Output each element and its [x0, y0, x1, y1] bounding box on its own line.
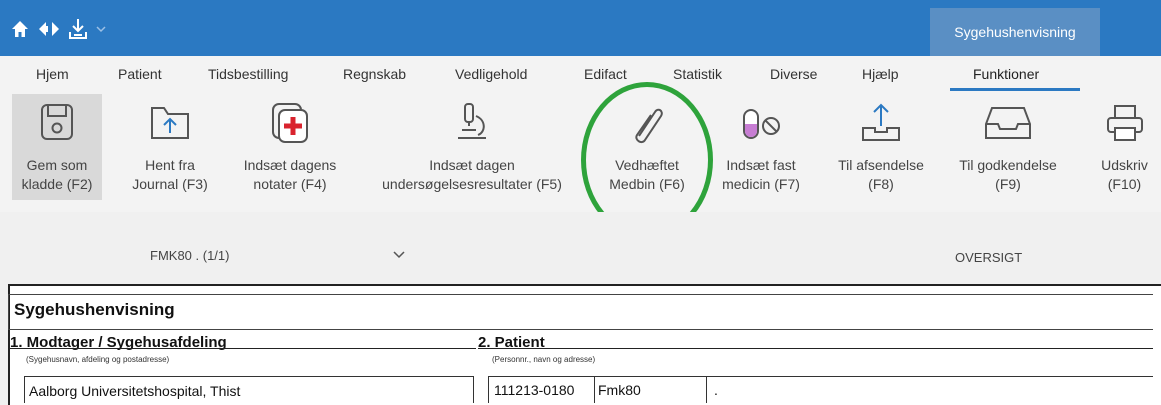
tab-tidsbestilling[interactable]: Tidsbestilling [208, 66, 288, 82]
document-bar: FMK80 . (1/1) OVERSIGT [0, 212, 1161, 282]
tab-regnskab[interactable]: Regnskab [343, 66, 406, 82]
send-tray-icon [862, 103, 900, 141]
tab-edifact[interactable]: Edifact [584, 66, 627, 82]
recipient-field[interactable]: Aalborg Universitetshospital, Thist [24, 376, 474, 403]
insert-notes-label: Indsæt dagens notater (F4) [243, 157, 337, 192]
insert-medicine-label: Indsæt fast medicin (F7) [722, 157, 800, 192]
overview-button[interactable]: OVERSIGT [955, 250, 1022, 265]
save-icon [41, 104, 73, 140]
title-box [8, 294, 1153, 330]
document-area: Sygehushenvisning 1. Modtager / Sygehusa… [0, 282, 1161, 405]
chevron-down-icon[interactable] [392, 250, 406, 260]
divider [478, 348, 1153, 349]
tab-funktioner[interactable]: Funktioner [973, 66, 1039, 82]
fetch-journal-button[interactable]: Hent fra Journal (F3) [120, 94, 220, 200]
attached-medbin-label: Vedhæftet Medbin (F6) [609, 157, 685, 192]
save-draft-label: Gem som kladde (F2) [21, 157, 93, 192]
patient-name-field[interactable]: Fmk80 [598, 382, 641, 398]
microscope-icon [458, 103, 486, 139]
ribbon-panel: Gem som kladde (F2) Hent fra Journal (F3… [0, 94, 1161, 212]
document-title: Sygehushenvisning [14, 300, 175, 319]
document-selector[interactable]: FMK80 . (1/1) [150, 248, 229, 263]
patient-cpr-field[interactable]: 111213-0180 [494, 382, 574, 398]
patient-hint: (Personnr., navn og adresse) [492, 355, 596, 364]
medicine-icon [743, 109, 780, 139]
folder-upload-icon [151, 107, 189, 139]
save-draft-button[interactable]: Gem som kladde (F2) [12, 94, 102, 200]
to-approval-label: Til godkendelse (F9) [959, 157, 1057, 192]
insert-medicine-button[interactable]: Indsæt fast medicin (F7) [706, 94, 816, 200]
fetch-journal-label: Hent fra Journal (F3) [132, 157, 208, 192]
tab-diverse[interactable]: Diverse [770, 66, 817, 82]
active-tab-indicator [950, 88, 1080, 91]
to-send-button[interactable]: Til afsendelse (F8) [826, 94, 936, 200]
home-icon[interactable] [10, 19, 30, 39]
to-send-label: Til afsendelse (F8) [838, 157, 924, 192]
paperclip-icon [635, 108, 663, 144]
arrows-icon[interactable] [38, 19, 60, 39]
print-button[interactable]: Udskriv (F10) [1088, 94, 1161, 200]
recipient-hint: (Sygehusnavn, afdeling og postadresse) [26, 355, 170, 364]
insert-results-label: Indsæt dagen undersøgelsesresultater (F5… [382, 157, 562, 192]
printer-icon [1106, 105, 1143, 141]
chevron-down-icon[interactable] [96, 24, 106, 34]
attached-medbin-button[interactable]: Vedhæftet Medbin (F6) [596, 94, 698, 200]
to-approval-button[interactable]: Til godkendelse (F9) [944, 94, 1072, 200]
insert-results-button[interactable]: Indsæt dagen undersøgelsesresultater (F5… [366, 94, 578, 200]
patient-address-field[interactable]: . [714, 382, 718, 398]
patient-field-row [488, 376, 1153, 403]
add-notes-icon [272, 103, 308, 143]
tab-vedligehold[interactable]: Vedligehold [455, 66, 527, 82]
cell-separator [706, 376, 707, 403]
tab-hjaelp[interactable]: Hjælp [862, 66, 899, 82]
inbox-tray-icon [985, 107, 1031, 139]
quick-access-toolbar [10, 18, 106, 40]
tab-patient[interactable]: Patient [118, 66, 162, 82]
context-title-tab[interactable]: Sygehushenvisning [930, 8, 1100, 56]
print-label: Udskriv (F10) [1101, 157, 1148, 192]
divider [8, 348, 476, 349]
tab-hjem[interactable]: Hjem [36, 66, 69, 82]
download-icon[interactable] [68, 18, 88, 40]
title-bar: Sygehushenvisning [0, 0, 1161, 56]
cell-separator [594, 376, 595, 403]
ribbon-tabs: Hjem Patient Tidsbestilling Regnskab Ved… [0, 56, 1161, 94]
insert-notes-button[interactable]: Indsæt dagens notater (F4) [230, 94, 350, 200]
tab-statistik[interactable]: Statistik [673, 66, 722, 82]
